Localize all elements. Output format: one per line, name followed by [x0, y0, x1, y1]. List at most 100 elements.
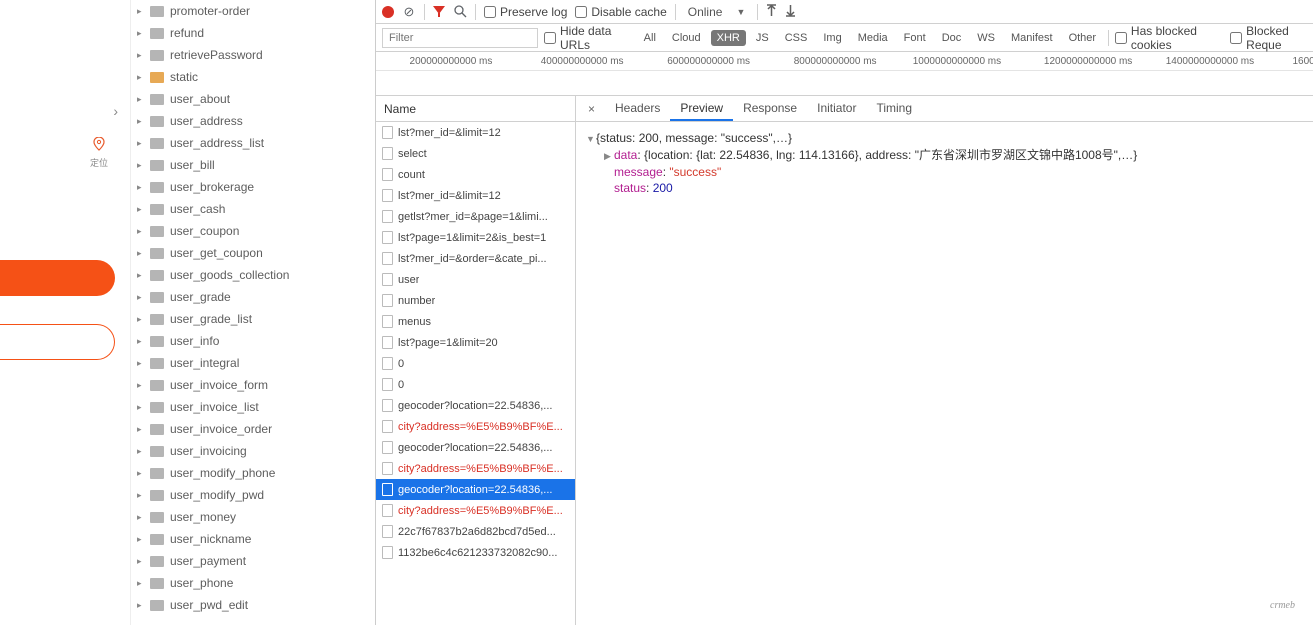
tab-timing[interactable]: Timing	[866, 97, 922, 121]
tree-item[interactable]: ▸user_about	[131, 88, 375, 110]
tree-item[interactable]: ▸user_brokerage	[131, 176, 375, 198]
request-row[interactable]: user	[376, 269, 575, 290]
filter-bar: Hide data URLs AllCloudXHRJSCSSImg MediaF…	[376, 24, 1313, 52]
has-blocked-cookies-checkbox[interactable]: Has blocked cookies	[1115, 24, 1222, 52]
preview-json[interactable]: ▼{status: 200, message: "success",…} ▶da…	[576, 122, 1313, 625]
request-row[interactable]: city?address=%E5%B9%BF%E...	[376, 416, 575, 437]
tab-preview[interactable]: Preview	[670, 97, 733, 121]
filter-icon[interactable]	[433, 6, 445, 18]
timeline[interactable]: 200000000000 ms400000000000 ms6000000000…	[376, 52, 1313, 96]
filter-chip-js[interactable]: JS	[750, 30, 775, 46]
tree-item[interactable]: ▸user_grade	[131, 286, 375, 308]
app-left-panel: › 定位	[0, 0, 131, 625]
timeline-tick: 1000000000000 ms	[913, 56, 1001, 67]
timeline-tick: 800000000000 ms	[794, 56, 877, 67]
filter-chip-all[interactable]: All	[638, 30, 662, 46]
tab-initiator[interactable]: Initiator	[807, 97, 866, 121]
blocked-requests-checkbox[interactable]: Blocked Reque	[1230, 24, 1313, 52]
filter-chip-other[interactable]: Other	[1063, 30, 1103, 46]
request-row[interactable]: lst?mer_id=&limit=12	[376, 122, 575, 143]
tree-item[interactable]: ▸user_grade_list	[131, 308, 375, 330]
tree-item[interactable]: ▸user_payment	[131, 550, 375, 572]
tree-item[interactable]: ▸promoter-order	[131, 0, 375, 22]
tree-item[interactable]: ▸refund	[131, 22, 375, 44]
tree-item[interactable]: ▸user_modify_phone	[131, 462, 375, 484]
separator	[1108, 30, 1109, 46]
tree-item[interactable]: ▸user_invoice_list	[131, 396, 375, 418]
tree-item[interactable]: ▸user_invoice_order	[131, 418, 375, 440]
tab-headers[interactable]: Headers	[605, 97, 670, 121]
request-row[interactable]: 22c7f67837b2a6d82bcd7d5ed...	[376, 521, 575, 542]
request-row[interactable]: lst?mer_id=&limit=12	[376, 185, 575, 206]
tree-item[interactable]: ▸user_goods_collection	[131, 264, 375, 286]
request-row[interactable]: lst?page=1&limit=20	[376, 332, 575, 353]
tree-item[interactable]: ▸user_bill	[131, 154, 375, 176]
outline-pill-button[interactable]	[0, 324, 115, 360]
tree-item[interactable]: ▸user_pwd_edit	[131, 594, 375, 616]
preserve-log-checkbox[interactable]: Preserve log	[484, 5, 567, 19]
clear-icon[interactable]: ⊘	[402, 5, 416, 19]
tree-item[interactable]: ▸user_cash	[131, 198, 375, 220]
filter-chip-font[interactable]: Font	[898, 30, 932, 46]
tree-item[interactable]: ▸user_nickname	[131, 528, 375, 550]
filter-chip-cloud[interactable]: Cloud	[666, 30, 707, 46]
filter-chip-media[interactable]: Media	[852, 30, 894, 46]
tree-item[interactable]: ▸user_invoice_form	[131, 374, 375, 396]
tree-item[interactable]: ▸user_money	[131, 506, 375, 528]
tree-item[interactable]: ▸user_address_list	[131, 132, 375, 154]
tree-item[interactable]: ▸user_invoicing	[131, 440, 375, 462]
request-row[interactable]: geocoder?location=22.54836,...	[376, 437, 575, 458]
filter-chip-xhr[interactable]: XHR	[711, 30, 746, 46]
tree-item[interactable]: ▸user_phone	[131, 572, 375, 594]
request-row[interactable]: geocoder?location=22.54836,...	[376, 479, 575, 500]
timeline-tick: 200000000000 ms	[410, 56, 493, 67]
tab-response[interactable]: Response	[733, 97, 807, 121]
chevron-right-icon[interactable]: ›	[113, 103, 118, 119]
request-row[interactable]: select	[376, 143, 575, 164]
filter-input[interactable]	[382, 28, 538, 48]
tree-item[interactable]: ▸retrievePassword	[131, 44, 375, 66]
timeline-tick: 1600	[1293, 56, 1313, 67]
tree-item[interactable]: ▸user_integral	[131, 352, 375, 374]
timeline-tick: 1400000000000 ms	[1166, 56, 1254, 67]
tree-item[interactable]: ▸static	[131, 66, 375, 88]
record-icon[interactable]	[382, 6, 394, 18]
throttling-select[interactable]: Online▼	[684, 5, 750, 19]
request-row[interactable]: count	[376, 164, 575, 185]
request-row[interactable]: menus	[376, 311, 575, 332]
upload-icon[interactable]	[766, 4, 777, 20]
request-row[interactable]: lst?page=1&limit=2&is_best=1	[376, 227, 575, 248]
timeline-tick: 400000000000 ms	[541, 56, 624, 67]
pin-icon	[90, 137, 108, 154]
locate-group[interactable]: 定位	[90, 137, 108, 169]
request-row[interactable]: 0	[376, 353, 575, 374]
search-icon[interactable]	[453, 5, 467, 19]
filter-chip-css[interactable]: CSS	[779, 30, 814, 46]
tree-item[interactable]: ▸user_modify_pwd	[131, 484, 375, 506]
request-row[interactable]: number	[376, 290, 575, 311]
close-icon[interactable]: ×	[580, 102, 603, 116]
tree-item[interactable]: ▸user_get_coupon	[131, 242, 375, 264]
request-row[interactable]: city?address=%E5%B9%BF%E...	[376, 500, 575, 521]
request-row[interactable]: lst?mer_id=&order=&cate_pi...	[376, 248, 575, 269]
request-row[interactable]: getlst?mer_id=&page=1&limi...	[376, 206, 575, 227]
filter-chip-img[interactable]: Img	[817, 30, 847, 46]
name-column-header[interactable]: Name	[376, 96, 575, 122]
filter-chip-manifest[interactable]: Manifest	[1005, 30, 1059, 46]
request-row[interactable]: geocoder?location=22.54836,...	[376, 395, 575, 416]
download-icon[interactable]	[785, 4, 796, 20]
tree-item[interactable]: ▸user_address	[131, 110, 375, 132]
hide-data-urls-checkbox[interactable]: Hide data URLs	[544, 24, 630, 52]
request-row[interactable]: 0	[376, 374, 575, 395]
disable-cache-checkbox[interactable]: Disable cache	[575, 5, 666, 19]
primary-pill-button[interactable]	[0, 260, 115, 296]
request-row[interactable]: 1132be6c4c621233732082c90...	[376, 542, 575, 563]
detail-pane: × HeadersPreviewResponseInitiatorTiming …	[576, 96, 1313, 625]
filter-chip-doc[interactable]: Doc	[936, 30, 968, 46]
tree-item[interactable]: ▸user_coupon	[131, 220, 375, 242]
file-tree: ▸promoter-order▸refund▸retrievePassword▸…	[131, 0, 375, 625]
filter-chip-ws[interactable]: WS	[971, 30, 1001, 46]
request-list: Name lst?mer_id=&limit=12selectcountlst?…	[376, 96, 576, 625]
request-row[interactable]: city?address=%E5%B9%BF%E...	[376, 458, 575, 479]
tree-item[interactable]: ▸user_info	[131, 330, 375, 352]
